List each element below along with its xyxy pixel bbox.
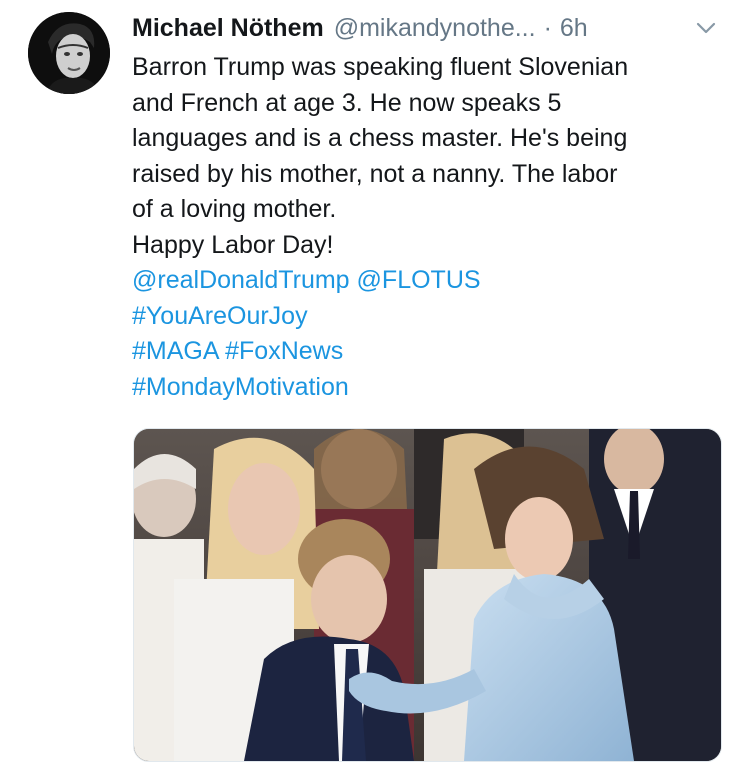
hashtag-link-mondaymotivation[interactable]: #MondayMotivation — [132, 373, 349, 401]
tweet-text-line: languages and is a chess master. He's be… — [132, 124, 628, 152]
timestamp[interactable]: 6h — [560, 10, 588, 46]
hashtag-line: #MAGA #FoxNews — [132, 334, 722, 370]
hashtag-line: #MondayMotivation — [132, 370, 722, 406]
author-handle[interactable]: @mikandynothe... — [334, 10, 536, 46]
photo-image-icon — [134, 429, 721, 761]
tweet[interactable]: Michael Nöthem @mikandynothe... · 6h Bar… — [0, 0, 736, 778]
tweet-text-line: Barron Trump was speaking fluent Sloveni… — [132, 53, 629, 81]
mentions-line: @realDonaldTrump @FLOTUS — [132, 263, 722, 299]
tweet-text-line: of a loving mother. — [132, 195, 337, 223]
tweet-text-line: Happy Labor Day! — [132, 230, 334, 259]
tweet-text: Barron Trump was speaking fluent Sloveni… — [132, 50, 722, 405]
tweet-text-line: raised by his mother, not a nanny. The l… — [132, 159, 618, 188]
separator-dot: · — [543, 14, 552, 42]
author-display-name[interactable]: Michael Nöthem — [132, 10, 324, 46]
hashtag-link-youareourjoy[interactable]: #YouAreOurJoy — [132, 302, 308, 330]
hashtag-line: #YouAreOurJoy — [132, 299, 722, 335]
avatar-photo-icon — [28, 12, 110, 94]
chevron-down-icon — [696, 22, 716, 34]
tweet-photo[interactable] — [133, 428, 722, 762]
mention-link-realdonaldtrump[interactable]: @realDonaldTrump — [132, 266, 350, 294]
hashtag-link-maga[interactable]: #MAGA — [132, 337, 218, 365]
tweet-text-line: and French at age 3. He now speaks 5 — [132, 88, 562, 117]
tweet-header: Michael Nöthem @mikandynothe... · 6h — [132, 10, 712, 46]
tweet-menu-button[interactable] — [692, 14, 720, 42]
avatar[interactable] — [28, 12, 110, 94]
mention-link-flotus[interactable]: @FLOTUS — [357, 266, 481, 294]
hashtag-link-foxnews[interactable]: #FoxNews — [225, 337, 343, 365]
